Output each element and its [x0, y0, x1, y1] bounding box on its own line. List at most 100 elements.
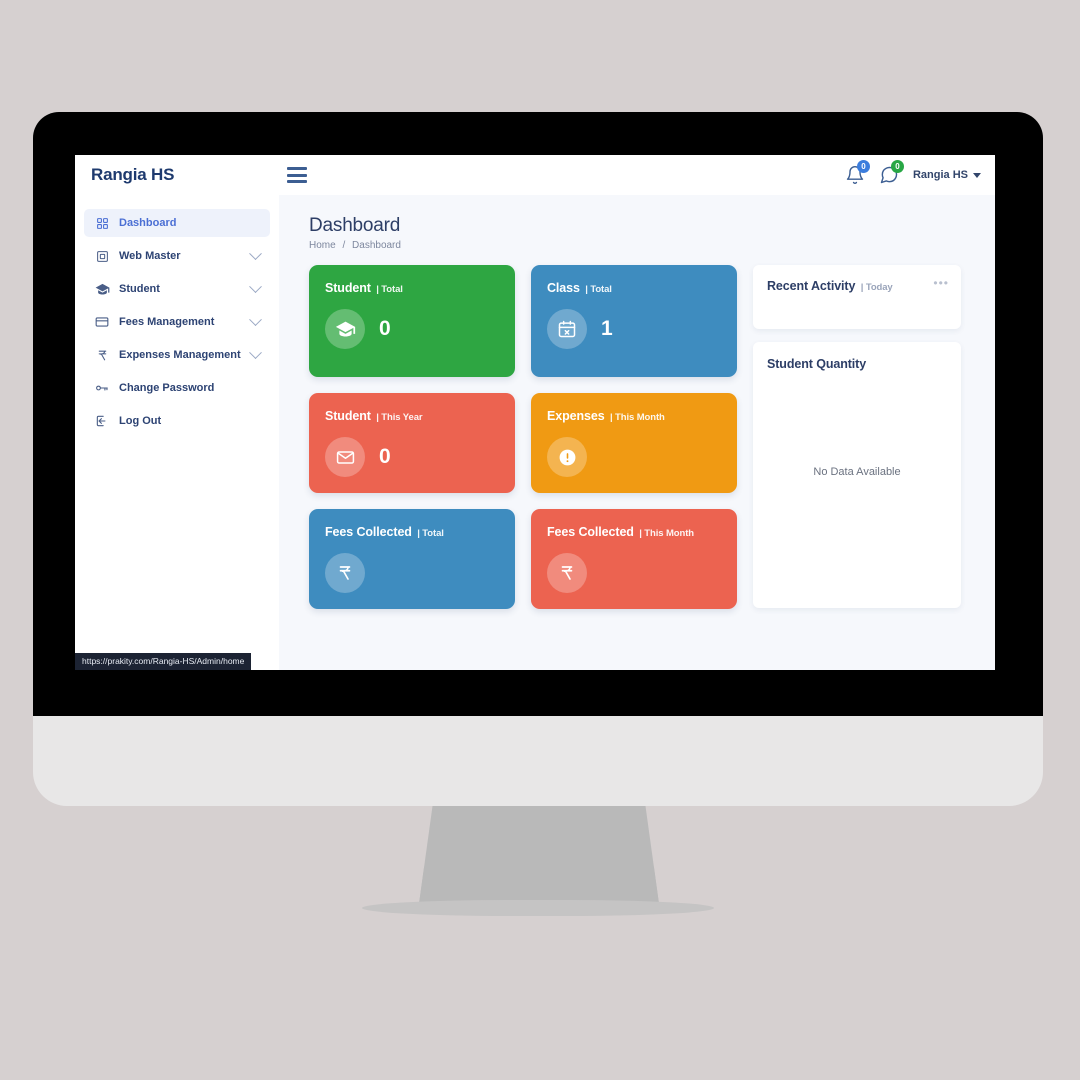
sidebar-item-student[interactable]: Student: [84, 275, 270, 303]
stat-card-subtitle: | This Year: [376, 412, 423, 423]
breadcrumb-current: Dashboard: [352, 240, 401, 251]
credit-card-icon: [94, 315, 110, 329]
recent-activity-title: Recent Activity | Today: [767, 279, 947, 293]
stat-card-body: [325, 553, 499, 593]
stat-card-value: 1: [601, 317, 613, 340]
sidebar-item-log-out[interactable]: Log Out: [84, 407, 270, 435]
user-menu-button[interactable]: Rangia HS: [913, 169, 981, 181]
sidebar-item-label: Student: [119, 283, 160, 295]
browser-viewport: Rangia HS 0 0 Rangia HS Dashboard Web Ma…: [75, 155, 995, 670]
sidebar-item-dashboard[interactable]: Dashboard: [84, 209, 270, 237]
app-navbar: Rangia HS 0 0 Rangia HS: [75, 155, 995, 195]
brand-title: Rangia HS: [91, 165, 175, 184]
chevron-down-icon: [249, 312, 262, 326]
chevron-down-icon: [249, 279, 262, 293]
calendar-x-icon: [547, 309, 587, 349]
stat-card-title: Class: [547, 281, 580, 295]
student-quantity-panel: Student Quantity No Data Available: [753, 342, 961, 608]
breadcrumb-separator: /: [342, 240, 346, 251]
main-content: Dashboard Home / Dashboard Student | Tot…: [279, 195, 995, 670]
chevron-down-icon: [249, 345, 262, 359]
stat-card-header: Fees Collected | Total: [325, 525, 499, 539]
rupee-icon: [547, 553, 587, 593]
envelope-icon: [325, 437, 365, 477]
stat-card-title: Fees Collected: [547, 525, 634, 539]
dashboard-body: Student | Total 0 Class | Total 1 Studen…: [309, 265, 971, 609]
hamburger-bar: [287, 180, 307, 183]
no-data-message: No Data Available: [813, 466, 901, 478]
logout-icon: [94, 414, 110, 428]
stat-card-header: Class | Total: [547, 281, 721, 295]
sidebar-item-web-master[interactable]: Web Master: [84, 242, 270, 270]
monitor-stand-neck: [418, 806, 660, 911]
stat-card-subtitle: | Total: [417, 528, 444, 539]
messages-button[interactable]: 0: [879, 160, 904, 185]
window-icon: [94, 250, 110, 263]
sidebar-item-change-password[interactable]: Change Password: [84, 374, 270, 402]
panel-subtitle-text: | Today: [860, 282, 893, 293]
panel-title-text: Recent Activity: [767, 279, 856, 293]
sidebar-item-label: Fees Management: [119, 316, 215, 328]
notifications-button[interactable]: 0: [845, 160, 870, 185]
stat-card-body: 0: [325, 437, 499, 477]
stat-card-student-this-year[interactable]: Student | This Year 0: [309, 393, 515, 493]
stat-card-header: Student | This Year: [325, 409, 499, 423]
stat-card-fees-collected-total[interactable]: Fees Collected | Total: [309, 509, 515, 609]
stat-card-title: Expenses: [547, 409, 605, 423]
stat-card-title: Student: [325, 409, 371, 423]
stat-card-title: Student: [325, 281, 371, 295]
stat-card-value: 0: [379, 317, 391, 340]
student-quantity-title: Student Quantity: [767, 357, 867, 371]
stat-card-header: Student | Total: [325, 281, 499, 295]
stat-card-header: Fees Collected | This Month: [547, 525, 721, 539]
stat-card-class-total[interactable]: Class | Total 1: [531, 265, 737, 377]
user-menu-label: Rangia HS: [912, 169, 968, 181]
sidebar-item-expenses-management[interactable]: Expenses Management: [84, 341, 270, 369]
breadcrumb-home[interactable]: Home: [309, 240, 336, 251]
graduation-icon: [94, 282, 110, 297]
stat-card-body: [547, 437, 721, 477]
stat-card-subtitle: | Total: [376, 284, 403, 295]
right-panel-column: Recent Activity | Today ••• Student Quan…: [753, 265, 961, 609]
rupee-icon: [94, 349, 110, 362]
caret-down-icon: [973, 172, 981, 178]
sidebar-item-label: Change Password: [119, 382, 215, 394]
hamburger-bar: [287, 167, 307, 170]
recent-activity-panel: Recent Activity | Today •••: [753, 265, 961, 329]
stat-card-header: Expenses | This Month: [547, 409, 721, 423]
stat-card-grid: Student | Total 0 Class | Total 1 Studen…: [309, 265, 737, 609]
sidebar-item-label: Log Out: [119, 415, 162, 427]
more-options-icon[interactable]: •••: [933, 277, 949, 289]
navbar-actions: 0 0 Rangia HS: [845, 160, 981, 185]
stat-card-expenses-this-month[interactable]: Expenses | This Month: [531, 393, 737, 493]
stat-card-body: 0: [325, 309, 499, 349]
monitor-lower-housing: [33, 716, 1043, 806]
stat-card-subtitle: | This Month: [609, 412, 665, 423]
chevron-down-icon: [249, 246, 262, 260]
page-title: Dashboard: [309, 215, 401, 236]
stat-card-body: [547, 553, 721, 593]
hamburger-menu-icon[interactable]: [287, 167, 307, 183]
sidebar-item-label: Web Master: [119, 250, 181, 262]
stat-card-subtitle: | Total: [585, 284, 612, 295]
rupee-icon: [325, 553, 365, 593]
sidebar-item-fees-management[interactable]: Fees Management: [84, 308, 270, 336]
status-bar-url: https://prakity.com/Rangia-HS/Admin/home: [75, 653, 252, 670]
hamburger-bar: [287, 173, 307, 177]
notifications-badge: 0: [856, 160, 870, 173]
stat-card-body: 1: [547, 309, 721, 349]
monitor-stand-foot: [362, 900, 714, 916]
key-icon: [94, 381, 110, 395]
sidebar-item-label: Expenses Management: [119, 349, 241, 361]
sidebar: Dashboard Web Master Student Fees Manage…: [75, 195, 279, 670]
stat-card-title: Fees Collected: [325, 525, 412, 539]
stat-card-fees-collected-this-month[interactable]: Fees Collected | This Month: [531, 509, 737, 609]
messages-badge: 0: [890, 160, 904, 173]
stat-card-value: 0: [379, 445, 391, 468]
sidebar-item-label: Dashboard: [119, 217, 177, 229]
graduation-cap-icon: [325, 309, 365, 349]
stat-card-student-total[interactable]: Student | Total 0: [309, 265, 515, 377]
breadcrumb: Home / Dashboard: [309, 240, 971, 251]
exclamation-icon: [547, 437, 587, 477]
grid-icon: [94, 217, 110, 230]
